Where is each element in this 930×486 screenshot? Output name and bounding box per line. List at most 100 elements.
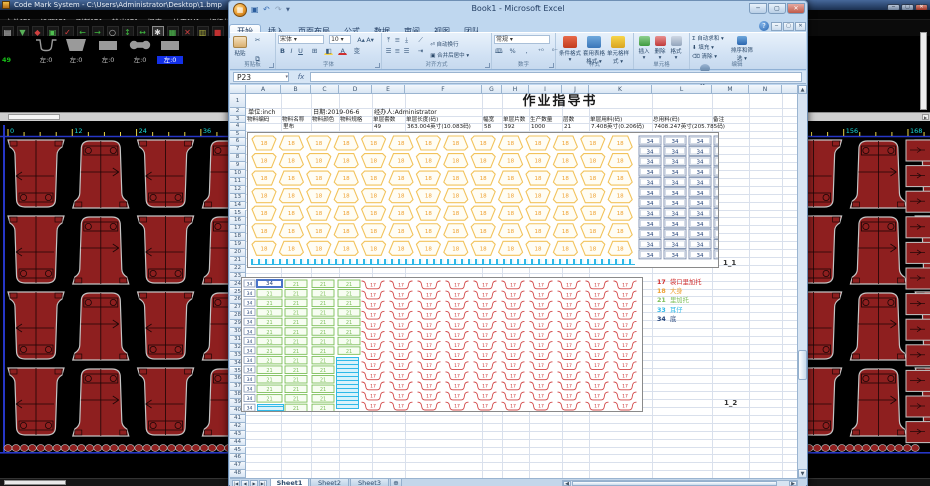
- alignment-dialog-launcher[interactable]: [485, 63, 490, 68]
- border-icon[interactable]: ⊞: [310, 46, 319, 55]
- shape-slot-label[interactable]: 左:0: [157, 56, 183, 64]
- tab-nav-next-icon[interactable]: ▶: [250, 480, 258, 486]
- paste-button[interactable]: 粘贴: [232, 35, 248, 58]
- row-header-13[interactable]: 13: [230, 194, 246, 202]
- row-header-4[interactable]: 4: [230, 123, 246, 131]
- sheet-tab-Sheet3[interactable]: Sheet3: [350, 479, 389, 486]
- row-header-11[interactable]: 11: [230, 178, 246, 186]
- comma-format-icon[interactable]: ,: [522, 46, 531, 55]
- excel-close-button[interactable]: ✕: [787, 3, 805, 14]
- row-header-7[interactable]: 7: [230, 146, 246, 154]
- shape-slot-rectangle[interactable]: [95, 37, 121, 53]
- excel-maximize-button[interactable]: ▢: [768, 3, 786, 14]
- row-header-22[interactable]: 22: [230, 265, 246, 273]
- merge-center-button[interactable]: ▣ 合并后居中 ▾: [430, 53, 469, 59]
- workbook-restore-button[interactable]: ▢: [783, 22, 794, 31]
- hscroll-thumb[interactable]: [572, 481, 777, 486]
- row-header-43[interactable]: 43: [230, 431, 246, 439]
- bg-vertical-scrollbar[interactable]: [920, 32, 927, 110]
- align-right-icon[interactable]: ☰: [402, 46, 411, 55]
- underline-icon[interactable]: U: [296, 46, 305, 55]
- column-header-A[interactable]: A: [246, 85, 281, 94]
- column-header-C[interactable]: C: [311, 85, 339, 94]
- grow-font-icon[interactable]: A▴: [356, 35, 365, 44]
- shape-slot-label[interactable]: 左:0: [63, 56, 89, 64]
- column-header-partial[interactable]: [782, 85, 797, 94]
- column-header-E[interactable]: E: [372, 85, 405, 94]
- orientation-icon[interactable]: ⟋: [416, 35, 425, 44]
- tab-nav-prev-icon[interactable]: ◀: [241, 480, 249, 486]
- workbook-minimize-button[interactable]: ─: [771, 22, 782, 31]
- row-header-9[interactable]: 9: [230, 162, 246, 170]
- excel-minimize-button[interactable]: ─: [749, 3, 767, 14]
- workbook-close-button[interactable]: ✕: [795, 22, 806, 31]
- cells-button-删除[interactable]: 删除▾: [652, 35, 668, 62]
- align-bottom-icon[interactable]: ⤓: [402, 35, 411, 44]
- tab-nav-first-icon[interactable]: |◀: [232, 480, 240, 486]
- column-header-I[interactable]: I: [529, 85, 562, 94]
- row-header-10[interactable]: 10: [230, 170, 246, 178]
- vscroll-thumb[interactable]: [798, 350, 807, 380]
- shape-slot-label[interactable]: 左:0: [127, 56, 153, 64]
- fx-icon[interactable]: fx: [294, 72, 308, 82]
- shrink-font-icon[interactable]: A▾: [365, 35, 374, 44]
- sheet-horizontal-scrollbar[interactable]: ◀ ▶: [562, 480, 798, 486]
- shape-slot-rectangle[interactable]: [157, 37, 183, 53]
- cut-icon[interactable]: ✂: [253, 35, 262, 44]
- name-box[interactable]: P23 ▾: [233, 72, 289, 82]
- row-header-15[interactable]: 15: [230, 210, 246, 218]
- row-header-12[interactable]: 12: [230, 186, 246, 194]
- scroll-up-icon[interactable]: ▲: [798, 85, 807, 94]
- align-middle-icon[interactable]: ≡: [393, 35, 402, 44]
- fill-button[interactable]: ⬇ 填充 ▾: [692, 44, 724, 53]
- number-dialog-launcher[interactable]: [549, 63, 554, 68]
- row-header-19[interactable]: 19: [230, 241, 246, 249]
- formula-input[interactable]: [310, 72, 802, 82]
- column-header-L[interactable]: L: [652, 85, 712, 94]
- align-top-icon[interactable]: ⤒: [384, 35, 393, 44]
- italic-icon[interactable]: I: [287, 46, 296, 55]
- row-header-5[interactable]: 5: [230, 131, 246, 139]
- help-icon[interactable]: ?: [759, 21, 769, 31]
- column-header-M[interactable]: M: [712, 85, 749, 94]
- row-header-42[interactable]: 42: [230, 423, 246, 431]
- column-header-F[interactable]: F: [405, 85, 482, 94]
- shape-slot-trapezoid[interactable]: [63, 37, 89, 53]
- shape-slot-dogbone[interactable]: [127, 37, 153, 53]
- bg-hscroll-thumb[interactable]: [8, 114, 60, 120]
- column-header-K[interactable]: K: [589, 85, 652, 94]
- sheet-area[interactable]: ABCDEFGHIJKLMN12345678910111213141516171…: [230, 85, 797, 478]
- indent-icon[interactable]: ⇥: [416, 46, 425, 55]
- sheet-corner[interactable]: [230, 85, 246, 94]
- column-header-N[interactable]: N: [749, 85, 782, 94]
- sheet-tab-Sheet1[interactable]: Sheet1: [270, 479, 309, 486]
- autosum-button[interactable]: Σ 自动求和 ▾: [692, 35, 724, 44]
- clipboard-dialog-launcher[interactable]: [269, 63, 274, 68]
- row-header-1[interactable]: 1: [230, 94, 246, 108]
- cells-button-插入[interactable]: 插入▾: [636, 35, 652, 62]
- align-center-icon[interactable]: ≡: [393, 46, 402, 55]
- row-header-21[interactable]: 21: [230, 257, 246, 265]
- row-header-18[interactable]: 18: [230, 233, 246, 241]
- cells-button-格式[interactable]: 格式▾: [668, 35, 684, 62]
- row-header-20[interactable]: 20: [230, 249, 246, 257]
- column-header-B[interactable]: B: [281, 85, 311, 94]
- scroll-left-icon[interactable]: ◀: [563, 481, 571, 486]
- currency-format-icon[interactable]: 🕮: [494, 46, 503, 55]
- scroll-right-icon[interactable]: ▶: [789, 481, 797, 486]
- font-color-icon[interactable]: A: [338, 46, 347, 55]
- sheet-vertical-scrollbar[interactable]: ▲ ▼: [797, 85, 807, 478]
- column-header-J[interactable]: J: [562, 85, 589, 94]
- row-header-17[interactable]: 17: [230, 225, 246, 233]
- row-header-45[interactable]: 45: [230, 447, 246, 455]
- row-header-14[interactable]: 14: [230, 202, 246, 210]
- align-left-icon[interactable]: ☰: [384, 46, 393, 55]
- row-header-2[interactable]: 2: [230, 108, 246, 116]
- row-header-3[interactable]: 3: [230, 116, 246, 124]
- sort-filter-button[interactable]: 排序和筛选 ▾: [729, 35, 755, 63]
- font-dialog-launcher[interactable]: [375, 63, 380, 68]
- bg-bottom-thumb[interactable]: [4, 480, 66, 485]
- shape-slot-bucket-outline[interactable]: [33, 37, 59, 53]
- shape-slot-label[interactable]: 左:0: [95, 56, 121, 64]
- increase-decimal-icon[interactable]: ⁺⁰: [536, 46, 545, 55]
